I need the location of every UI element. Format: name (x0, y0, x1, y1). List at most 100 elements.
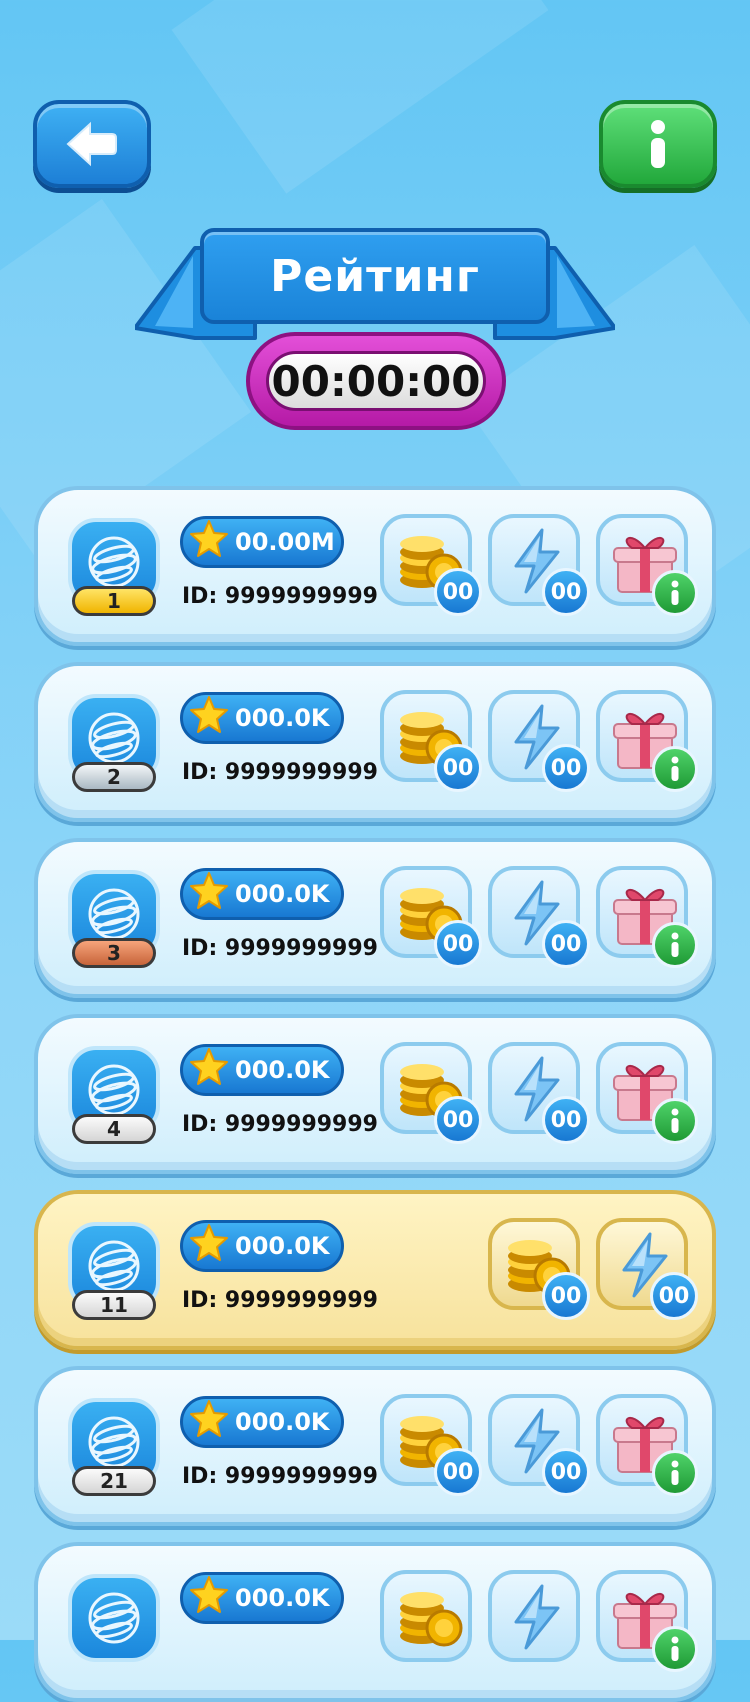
player-id: ID: 9999999999 (182, 760, 378, 785)
score-value: 000.0K (235, 880, 330, 908)
score-pill: 000.0K (180, 1044, 344, 1096)
reward-gift[interactable] (596, 690, 698, 792)
star-icon (190, 1048, 228, 1085)
globe-icon (88, 888, 140, 940)
coins-count-badge: 00 (542, 1272, 590, 1320)
rank-badge: 1 (72, 586, 156, 616)
info-button[interactable] (599, 100, 717, 188)
leaderboard-row-current-player[interactable]: 11 000.0K ID: 9999999999 00 00 (34, 1190, 716, 1350)
score-value: 00.00M (235, 528, 335, 556)
coins-count-badge: 00 (434, 1096, 482, 1144)
energy-count-badge: 00 (542, 744, 590, 792)
rank-badge: 2 (72, 762, 156, 792)
reward-coins[interactable]: 00 (380, 514, 482, 616)
reward-coins[interactable]: 00 (380, 1042, 482, 1144)
energy-count-badge: 00 (542, 568, 590, 616)
coins-count-badge: 00 (434, 744, 482, 792)
leaderboard-row[interactable]: 1 00.00M ID: 9999999999 00 00 (34, 486, 716, 646)
star-icon (190, 520, 228, 557)
score-pill: 000.0K (180, 692, 344, 744)
leaderboard-row[interactable]: 2 000.0K ID: 9999999999 00 00 (34, 662, 716, 822)
reward-energy[interactable]: 00 (488, 690, 590, 792)
energy-count-badge: 00 (542, 1448, 590, 1496)
info-icon (651, 120, 665, 168)
info-icon (671, 580, 679, 605)
globe-icon (88, 1064, 140, 1116)
gift-info-badge[interactable] (652, 1098, 698, 1144)
back-arrow-icon (66, 121, 117, 167)
coins-count-badge: 00 (434, 920, 482, 968)
energy-count-badge: 00 (542, 920, 590, 968)
reward-coins[interactable]: 00 (488, 1218, 590, 1320)
score-value: 000.0K (235, 1232, 330, 1260)
globe-icon (88, 1416, 140, 1468)
info-icon (671, 1460, 679, 1485)
star-icon (190, 872, 228, 909)
player-id: ID: 9999999999 (182, 936, 378, 961)
info-icon (671, 1108, 679, 1133)
avatar[interactable] (68, 1574, 160, 1662)
reward-coins[interactable]: 00 (380, 690, 482, 792)
reward-coins[interactable]: 00 (380, 866, 482, 968)
reward-gift[interactable] (596, 1570, 698, 1672)
score-value: 000.0K (235, 1056, 330, 1084)
player-id: ID: 9999999999 (182, 1112, 378, 1137)
reward-coins[interactable] (380, 1570, 472, 1662)
gift-info-badge[interactable] (652, 570, 698, 616)
star-icon (190, 1400, 228, 1437)
back-button[interactable] (33, 100, 151, 188)
reward-energy[interactable]: 00 (488, 514, 590, 616)
reward-energy[interactable]: 00 (488, 1042, 590, 1144)
reward-gift[interactable] (596, 866, 698, 968)
score-pill: 000.0K (180, 1396, 344, 1448)
info-icon (671, 932, 679, 957)
energy-count-badge: 00 (650, 1272, 698, 1320)
score-pill: 000.0K (180, 1220, 344, 1272)
rank-badge: 21 (72, 1466, 156, 1496)
gift-info-badge[interactable] (652, 746, 698, 792)
leaderboard-row[interactable]: 000.0K (34, 1542, 716, 1702)
info-icon (671, 756, 679, 781)
reward-coins[interactable]: 00 (380, 1394, 482, 1496)
rank-badge: 11 (72, 1290, 156, 1320)
globe-icon (88, 1240, 140, 1292)
leaderboard-row[interactable]: 4 000.0K ID: 9999999999 00 00 (34, 1014, 716, 1174)
globe-icon (88, 1592, 140, 1644)
leaderboard-row[interactable]: 3 000.0K ID: 9999999999 00 00 (34, 838, 716, 998)
gift-info-badge[interactable] (652, 1626, 698, 1672)
reward-gift[interactable] (596, 1394, 698, 1496)
background-tile (171, 0, 549, 194)
rank-badge: 4 (72, 1114, 156, 1144)
score-value: 000.0K (235, 1408, 330, 1436)
player-id: ID: 9999999999 (182, 1464, 378, 1489)
globe-icon (88, 712, 140, 764)
gift-info-badge[interactable] (652, 922, 698, 968)
score-pill: 000.0K (180, 868, 344, 920)
gift-info-badge[interactable] (652, 1450, 698, 1496)
reward-energy[interactable]: 00 (596, 1218, 698, 1320)
coins-count-badge: 00 (434, 568, 482, 616)
player-id: ID: 9999999999 (182, 584, 378, 609)
reward-gift[interactable] (596, 514, 698, 616)
reward-energy[interactable] (488, 1570, 580, 1662)
score-pill: 000.0K (180, 1572, 344, 1624)
star-icon (190, 1576, 228, 1613)
score-pill: 00.00M (180, 516, 344, 568)
lightning-icon (514, 1584, 560, 1650)
coins-icon (400, 1592, 463, 1647)
countdown-timer: 00:00:00 (246, 332, 506, 430)
page-title: Рейтинг (270, 250, 480, 302)
star-icon (190, 1224, 228, 1261)
reward-gift[interactable] (596, 1042, 698, 1144)
coins-count-badge: 00 (434, 1448, 482, 1496)
title-plate: Рейтинг (200, 228, 550, 324)
timer-text: 00:00:00 (266, 351, 486, 411)
reward-energy[interactable]: 00 (488, 1394, 590, 1496)
globe-icon (88, 536, 140, 588)
leaderboard-row[interactable]: 21 000.0K ID: 9999999999 00 00 (34, 1366, 716, 1526)
score-value: 000.0K (235, 704, 330, 732)
star-icon (190, 696, 228, 733)
player-id: ID: 9999999999 (182, 1288, 378, 1313)
reward-energy[interactable]: 00 (488, 866, 590, 968)
energy-count-badge: 00 (542, 1096, 590, 1144)
